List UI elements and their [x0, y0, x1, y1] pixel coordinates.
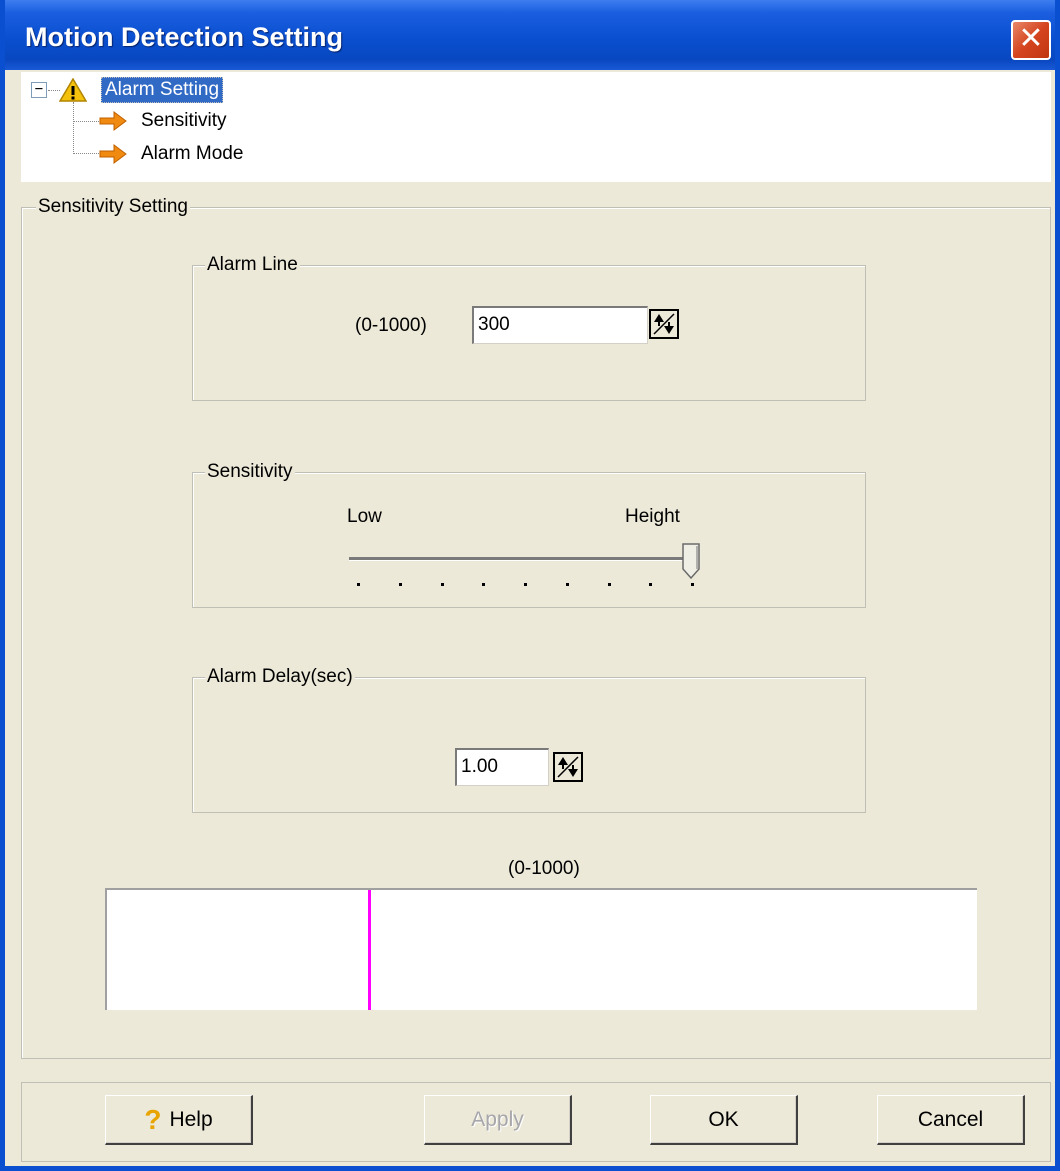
tree-item-alarm-setting[interactable]: Alarm Setting — [101, 77, 224, 103]
spin-arrows-icon — [653, 313, 675, 335]
dialog-window: Motion Detection Setting ✕ − Alarm Setti… — [0, 0, 1060, 1171]
alarm-line-spin-button[interactable] — [649, 309, 679, 339]
alarm-line-label: Alarm Line — [205, 254, 300, 276]
apply-button[interactable]: Apply — [424, 1095, 572, 1145]
slider-tick — [357, 583, 360, 586]
alarm-line-value: 300 — [478, 314, 510, 335]
slider-thumb[interactable] — [682, 543, 700, 579]
alarm-delay-group: Alarm Delay(sec) — [192, 666, 866, 813]
settings-tree: − Alarm Setting Sensitivity Alarm Mode — [21, 72, 1051, 182]
slider-tick — [398, 583, 402, 586]
ok-button-label: OK — [708, 1108, 739, 1131]
tree-item-sensitivity[interactable]: Sensitivity — [141, 110, 227, 132]
tree-connector — [73, 102, 74, 154]
slider-tick — [565, 583, 569, 586]
slider-tick — [691, 583, 694, 586]
close-button[interactable]: ✕ — [1011, 20, 1051, 60]
sensitivity-setting-title: Sensitivity Setting — [36, 196, 190, 218]
slider-tick — [607, 583, 611, 586]
alarm-line-range: (0-1000) — [355, 315, 427, 336]
arrow-right-icon — [99, 111, 127, 131]
cancel-button-label: Cancel — [917, 1108, 984, 1131]
alarm-delay-spin-button[interactable] — [553, 752, 583, 782]
tree-connector — [73, 153, 99, 154]
alarm-delay-label: Alarm Delay(sec) — [205, 666, 355, 688]
slider-tick — [482, 583, 486, 586]
alarm-delay-value: 1.00 — [461, 756, 498, 777]
slider-track — [349, 557, 695, 561]
close-icon: ✕ — [1018, 22, 1044, 55]
slider-tick — [440, 583, 444, 586]
ok-button[interactable]: OK — [650, 1095, 798, 1145]
alarm-line-marker — [368, 890, 371, 1010]
sensitivity-low-label: Low — [347, 506, 382, 527]
spin-arrows-icon — [557, 756, 579, 778]
sensitivity-label: Sensitivity — [205, 461, 295, 483]
apply-button-label: Apply — [471, 1108, 524, 1131]
alarm-line-input[interactable]: 300 — [472, 306, 648, 344]
window-title: Motion Detection Setting — [25, 22, 343, 52]
warning-icon — [59, 78, 87, 102]
help-button-label: Help — [169, 1108, 213, 1131]
slider-tick — [524, 583, 527, 586]
arrow-right-icon — [99, 144, 127, 164]
sensitivity-slider[interactable] — [345, 540, 705, 590]
cancel-button[interactable]: Cancel — [877, 1095, 1025, 1145]
alarm-delay-input[interactable]: 1.00 — [455, 748, 549, 786]
graph-range-label: (0-1000) — [508, 858, 580, 879]
help-icon: ? — [144, 1104, 162, 1136]
help-button[interactable]: ? Help — [105, 1095, 253, 1145]
collapse-toggle-icon[interactable]: − — [31, 82, 47, 98]
motion-level-graph — [105, 888, 977, 1010]
tree-item-alarm-mode[interactable]: Alarm Mode — [141, 143, 243, 165]
title-bar[interactable]: Motion Detection Setting ✕ — [5, 0, 1055, 70]
sensitivity-high-label: Height — [625, 506, 680, 527]
slider-tick — [649, 583, 653, 586]
tree-connector — [73, 121, 99, 122]
